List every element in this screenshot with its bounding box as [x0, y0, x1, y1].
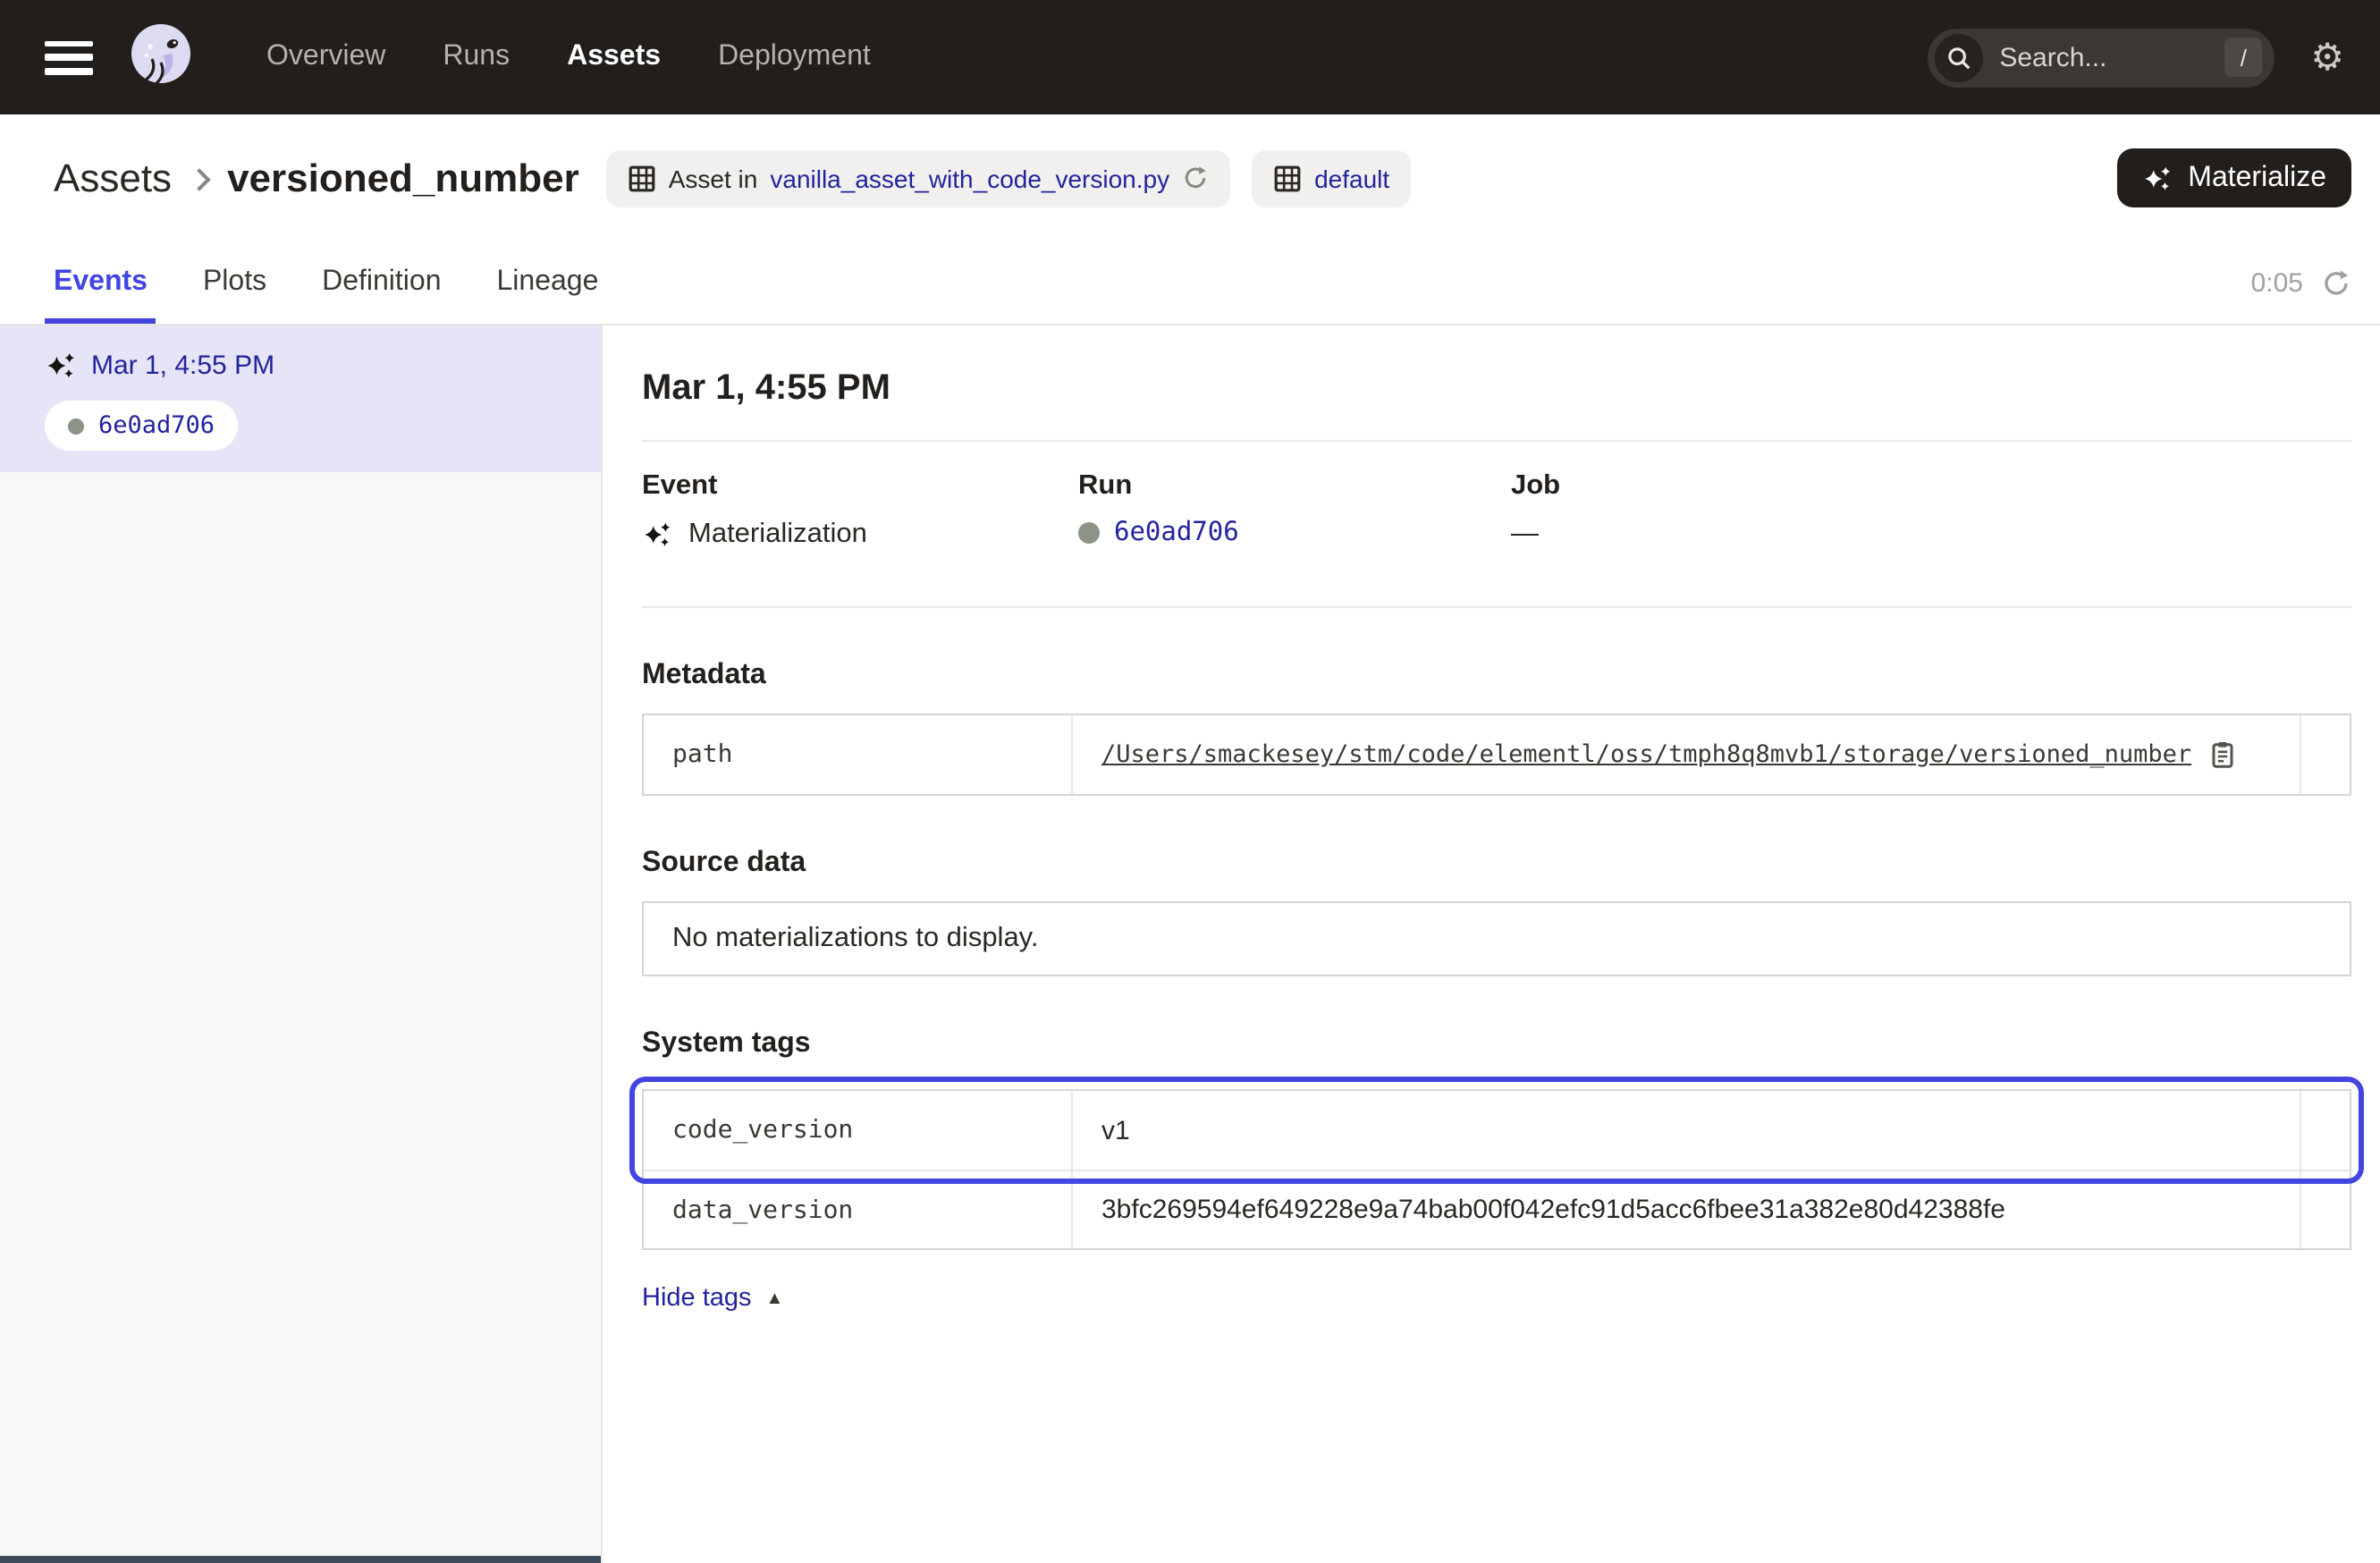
row-end-cell — [2300, 1091, 2350, 1170]
asset-in-label: Asset in — [669, 164, 758, 192]
asset-file-link[interactable]: vanilla_asset_with_code_version.py — [770, 164, 1169, 192]
hide-tags-link[interactable]: Hide tags ▲ — [642, 1284, 783, 1313]
materialize-label: Materialize — [2188, 162, 2326, 194]
tag-value: 3bfc269594ef649228e9a74bab00f042efc91d5a… — [1073, 1171, 2300, 1248]
run-column-header: Run — [1078, 470, 1511, 503]
row-end-cell — [2300, 715, 2350, 794]
settings-gear-icon[interactable]: ⚙ — [2310, 38, 2344, 76]
system-tags-heading: System tags — [642, 1028, 2351, 1060]
tab-bar: Events Plots Definition Lineage 0:05 — [0, 241, 2380, 325]
nav-item-runs[interactable]: Runs — [414, 41, 538, 73]
tab-lineage[interactable]: Lineage — [497, 241, 599, 324]
repo-badge: default — [1252, 149, 1411, 207]
content-area: Mar 1, 4:55 PM 6e0ad706 Mar 1, 4:55 PM E… — [0, 325, 2380, 1563]
refresh-icon[interactable] — [2321, 267, 2351, 298]
caret-up-icon: ▲ — [766, 1288, 784, 1308]
repo-grid-icon — [1273, 164, 1302, 192]
metadata-table: path /Users/smackesey/stm/code/elementl/… — [642, 714, 2351, 796]
row-end-cell — [2300, 1171, 2350, 1248]
job-column: Job — — [1511, 470, 2351, 551]
table-row-data-version: data_version 3bfc269594ef649228e9a74bab0… — [644, 1170, 2350, 1248]
search-icon — [1935, 33, 1983, 81]
job-value: — — [1511, 519, 1539, 551]
system-tags-table: code_version v1 data_version 3bfc269594e… — [642, 1089, 2351, 1250]
app: Overview Runs Assets Deployment / ⚙ Asse… — [0, 0, 2380, 1563]
event-timestamp: Mar 1, 4:55 PM — [91, 351, 274, 381]
metadata-heading: Metadata — [642, 660, 2351, 692]
event-type-value: Materialization — [688, 519, 867, 551]
event-detail-title: Mar 1, 4:55 PM — [642, 368, 2351, 410]
top-navbar: Overview Runs Assets Deployment / ⚙ — [0, 0, 2380, 114]
source-data-empty-state: No materializations to display. — [642, 901, 2351, 976]
menu-icon[interactable] — [45, 40, 93, 74]
refresh-timer: 0:05 — [2251, 267, 2351, 298]
chevron-right-icon — [188, 167, 210, 190]
tab-definition[interactable]: Definition — [322, 241, 441, 324]
dagster-logo-icon[interactable] — [123, 20, 198, 95]
nav-right: / ⚙ — [1928, 28, 2344, 87]
sidebar-bottom-strip — [0, 1556, 601, 1563]
run-column: Run 6e0ad706 — [1078, 470, 1511, 551]
run-status-dot-icon — [68, 418, 84, 434]
event-detail-panel: Mar 1, 4:55 PM Event Materialization Run… — [603, 325, 2380, 1563]
metadata-key: path — [644, 715, 1073, 794]
event-summary-columns: Event Materialization Run 6e0ad706 Job — — [642, 470, 2351, 551]
nav-item-overview[interactable]: Overview — [238, 41, 414, 73]
repo-link[interactable]: default — [1314, 164, 1389, 192]
tag-value: v1 — [1073, 1091, 2300, 1170]
materialize-button[interactable]: Materialize — [2116, 148, 2351, 207]
header-badges: Asset in vanilla_asset_with_code_version… — [606, 149, 1411, 207]
refresh-countdown: 0:05 — [2251, 267, 2303, 298]
divider — [642, 606, 2351, 608]
table-row-code-version: code_version v1 — [644, 1091, 2350, 1170]
page-header: Assets versioned_number Asset in vanilla… — [0, 114, 2380, 241]
breadcrumb: Assets versioned_number — [54, 155, 579, 201]
run-status-dot-icon — [1078, 522, 1100, 544]
event-list-sidebar: Mar 1, 4:55 PM 6e0ad706 — [0, 325, 603, 1563]
run-id-link[interactable]: 6e0ad706 — [1114, 519, 1239, 547]
event-column: Event Materialization — [642, 470, 1078, 551]
search-box[interactable]: / — [1928, 28, 2275, 87]
run-id-pill[interactable]: 6e0ad706 — [45, 401, 238, 451]
asset-name: versioned_number — [227, 155, 579, 201]
job-column-header: Job — [1511, 470, 2351, 503]
asset-definition-badge: Asset in vanilla_asset_with_code_version… — [606, 149, 1230, 207]
sparkle-icon — [2141, 162, 2173, 194]
tag-key: data_version — [644, 1171, 1073, 1248]
tab-plots[interactable]: Plots — [203, 241, 266, 324]
reload-code-location-icon[interactable] — [1182, 165, 1209, 191]
materialization-sparkle-icon — [45, 349, 79, 383]
search-shortcut-badge: / — [2224, 38, 2262, 77]
event-column-header: Event — [642, 470, 1078, 503]
path-value-link[interactable]: /Users/smackesey/stm/code/elementl/oss/t… — [1101, 740, 2191, 769]
table-row: path /Users/smackesey/stm/code/elementl/… — [644, 715, 2350, 794]
materialization-sparkle-icon — [642, 519, 674, 551]
source-data-heading: Source data — [642, 848, 2351, 880]
search-input[interactable] — [1999, 42, 2224, 72]
tag-key: code_version — [644, 1091, 1073, 1170]
hide-tags-label: Hide tags — [642, 1284, 752, 1313]
run-id: 6e0ad706 — [98, 411, 215, 440]
tab-events[interactable]: Events — [54, 241, 148, 324]
primary-nav: Overview Runs Assets Deployment — [238, 41, 899, 73]
nav-item-assets[interactable]: Assets — [538, 41, 689, 73]
empty-message: No materializations to display. — [672, 923, 1039, 953]
asset-grid-icon — [628, 164, 656, 192]
divider — [642, 440, 2351, 442]
nav-item-deployment[interactable]: Deployment — [689, 41, 899, 73]
breadcrumb-assets-link[interactable]: Assets — [54, 155, 172, 201]
event-list-item[interactable]: Mar 1, 4:55 PM 6e0ad706 — [0, 325, 601, 472]
copy-icon[interactable] — [2207, 740, 2236, 769]
